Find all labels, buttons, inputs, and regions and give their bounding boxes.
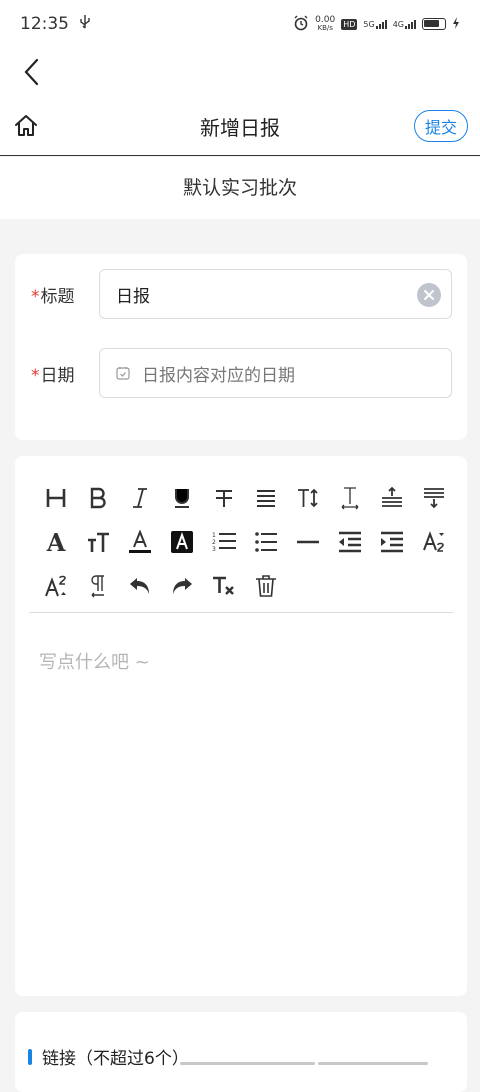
strikethrough-button[interactable] [203, 478, 245, 518]
font-icon: A [46, 530, 66, 554]
date-input[interactable]: 日报内容对应的日期 [99, 348, 452, 398]
bullet-list-icon [255, 532, 277, 552]
chevron-left-icon [24, 58, 39, 86]
ordered-list-button[interactable]: 123 [203, 522, 245, 562]
underline-button[interactable] [161, 478, 203, 518]
heading-icon [46, 489, 66, 507]
justify-button[interactable] [245, 478, 287, 518]
background-color-button[interactable] [161, 522, 203, 562]
underline-icon [175, 489, 189, 508]
date-label: *日期 [31, 366, 75, 386]
editor-card: A 123 写点什么吧 ~ [15, 456, 467, 996]
subscript-button[interactable] [413, 522, 455, 562]
signal-5g: 5G [363, 19, 387, 29]
back-button[interactable] [16, 54, 46, 90]
superscript-icon [45, 575, 66, 597]
subscript-icon [423, 531, 444, 552]
text-cursor-icon [341, 487, 359, 510]
paragraph-direction-button[interactable] [77, 566, 119, 606]
horizontal-rule-icon [297, 540, 319, 544]
toolbar-divider [29, 612, 453, 613]
svg-text:A: A [46, 530, 66, 554]
bold-button[interactable] [77, 478, 119, 518]
font-color-icon [129, 530, 151, 553]
top-nav [0, 48, 480, 96]
text-height-icon [298, 488, 318, 508]
alarm-icon [293, 15, 309, 34]
calendar-icon [116, 367, 130, 380]
signal-4g: 4G [393, 19, 416, 29]
title-input[interactable]: 日报 [99, 269, 452, 319]
page-title: 新增日报 [200, 116, 280, 140]
section-accent-bar [28, 1048, 32, 1065]
background-color-icon [171, 531, 193, 553]
battery-icon [422, 18, 446, 30]
clear-button[interactable] [417, 283, 441, 307]
indent-button[interactable] [371, 522, 413, 562]
batch-selector[interactable]: 默认实习批次 [0, 157, 480, 219]
font-size-button[interactable] [287, 478, 329, 518]
space-before-icon [382, 487, 402, 507]
submit-button[interactable]: 提交 [414, 110, 468, 142]
date-row: *日期 日报内容对应的日期 [15, 348, 467, 398]
pilcrow-icon [91, 575, 104, 598]
italic-icon [133, 488, 147, 508]
bullet-list-button[interactable] [245, 522, 287, 562]
font-color-button[interactable] [119, 522, 161, 562]
scroll-indicator [180, 1062, 315, 1065]
title-label: *标题 [31, 287, 75, 307]
font-family-button[interactable]: A [35, 522, 77, 562]
close-icon [424, 290, 434, 300]
redo-icon [173, 578, 192, 594]
align-justify-icon [257, 490, 275, 507]
horizontal-rule-button[interactable] [287, 522, 329, 562]
outdent-button[interactable] [329, 522, 371, 562]
outdent-icon [339, 531, 361, 553]
svg-text:2: 2 [212, 539, 216, 546]
status-time: 12:35 [20, 14, 69, 34]
undo-icon [130, 578, 149, 594]
signal-bars-icon [405, 19, 416, 29]
strikethrough-icon [216, 490, 232, 507]
space-before-button[interactable] [371, 478, 413, 518]
space-after-icon [424, 488, 444, 509]
form-card: *标题 日报 *日期 日报内容对应的日期 [15, 254, 467, 440]
signal-bars-icon [375, 19, 387, 29]
charging-icon [452, 16, 460, 32]
heading-button[interactable] [35, 478, 77, 518]
editor-placeholder[interactable]: 写点什么吧 ~ [39, 648, 150, 674]
title-row: *标题 日报 [15, 269, 467, 319]
svg-text:1: 1 [212, 532, 216, 539]
text-size-button[interactable] [77, 522, 119, 562]
trash-icon [256, 575, 276, 597]
undo-button[interactable] [119, 566, 161, 606]
editor-toolbar: A 123 [35, 476, 455, 608]
hd-badge: HD [341, 18, 358, 30]
svg-text:3: 3 [212, 546, 216, 553]
page-header: 新增日报 提交 [0, 96, 480, 156]
text-size-icon [88, 532, 109, 552]
ordered-list-icon: 123 [212, 532, 236, 553]
superscript-button[interactable] [35, 566, 77, 606]
line-height-button[interactable] [329, 478, 371, 518]
bold-icon [90, 487, 106, 509]
indent-icon [381, 531, 403, 553]
italic-button[interactable] [119, 478, 161, 518]
links-section-title: 链接（不超过6个） [28, 1044, 189, 1069]
space-after-button[interactable] [413, 478, 455, 518]
status-bar: 12:35 0.00 KB/s HD 5G 4G [0, 0, 480, 48]
clear-format-icon [213, 576, 234, 595]
scroll-indicator [318, 1062, 428, 1065]
usb-icon [79, 14, 91, 35]
redo-button[interactable] [161, 566, 203, 606]
clear-format-button[interactable] [203, 566, 245, 606]
delete-button[interactable] [245, 566, 287, 606]
net-speed: 0.00 KB/s [315, 15, 336, 33]
